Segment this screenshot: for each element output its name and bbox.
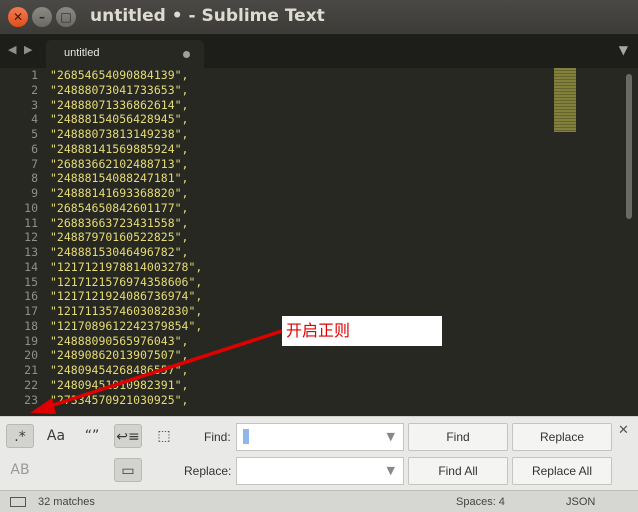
find-history-dropdown-icon[interactable]: ▼ <box>387 430 395 443</box>
find-label: Find: <box>204 430 231 444</box>
highlight-matches-toggle-button[interactable]: ▭ <box>114 458 142 482</box>
find-all-button[interactable]: Find All <box>408 457 508 485</box>
replace-all-button[interactable]: Replace All <box>512 457 612 485</box>
whole-word-toggle-button[interactable]: “” <box>78 424 106 448</box>
find-input[interactable]: ▼ <box>236 423 404 451</box>
close-find-panel-icon[interactable]: ✕ <box>618 423 629 438</box>
replace-input[interactable]: ▼ <box>236 457 404 485</box>
panel-toggle-icon[interactable] <box>10 497 26 507</box>
indentation-setting[interactable]: Spaces: 4 <box>456 496 505 508</box>
case-sensitive-toggle-button[interactable]: Aa <box>42 424 70 448</box>
wrap-toggle-button[interactable]: ↩≡ <box>114 424 142 448</box>
replace-history-dropdown-icon[interactable]: ▼ <box>387 464 395 477</box>
text-cursor <box>243 429 249 444</box>
find-button[interactable]: Find <box>408 423 508 451</box>
in-selection-toggle-button[interactable]: ⬚ <box>150 424 178 448</box>
annotation-label: 开启正则 <box>282 316 442 346</box>
status-bar: 32 matches Spaces: 4 JSON <box>0 490 638 512</box>
regex-toggle-button[interactable]: .* <box>6 424 34 448</box>
match-count: 32 matches <box>38 496 95 508</box>
syntax-selector[interactable]: JSON <box>566 496 595 508</box>
find-panel: .* Aa “” ↩≡ ⬚ AB ▭ Find: ▼ Find Replace … <box>0 416 638 490</box>
replace-button[interactable]: Replace <box>512 423 612 451</box>
replace-label: Replace: <box>184 464 232 478</box>
preserve-case-toggle-button[interactable]: AB <box>6 458 34 482</box>
